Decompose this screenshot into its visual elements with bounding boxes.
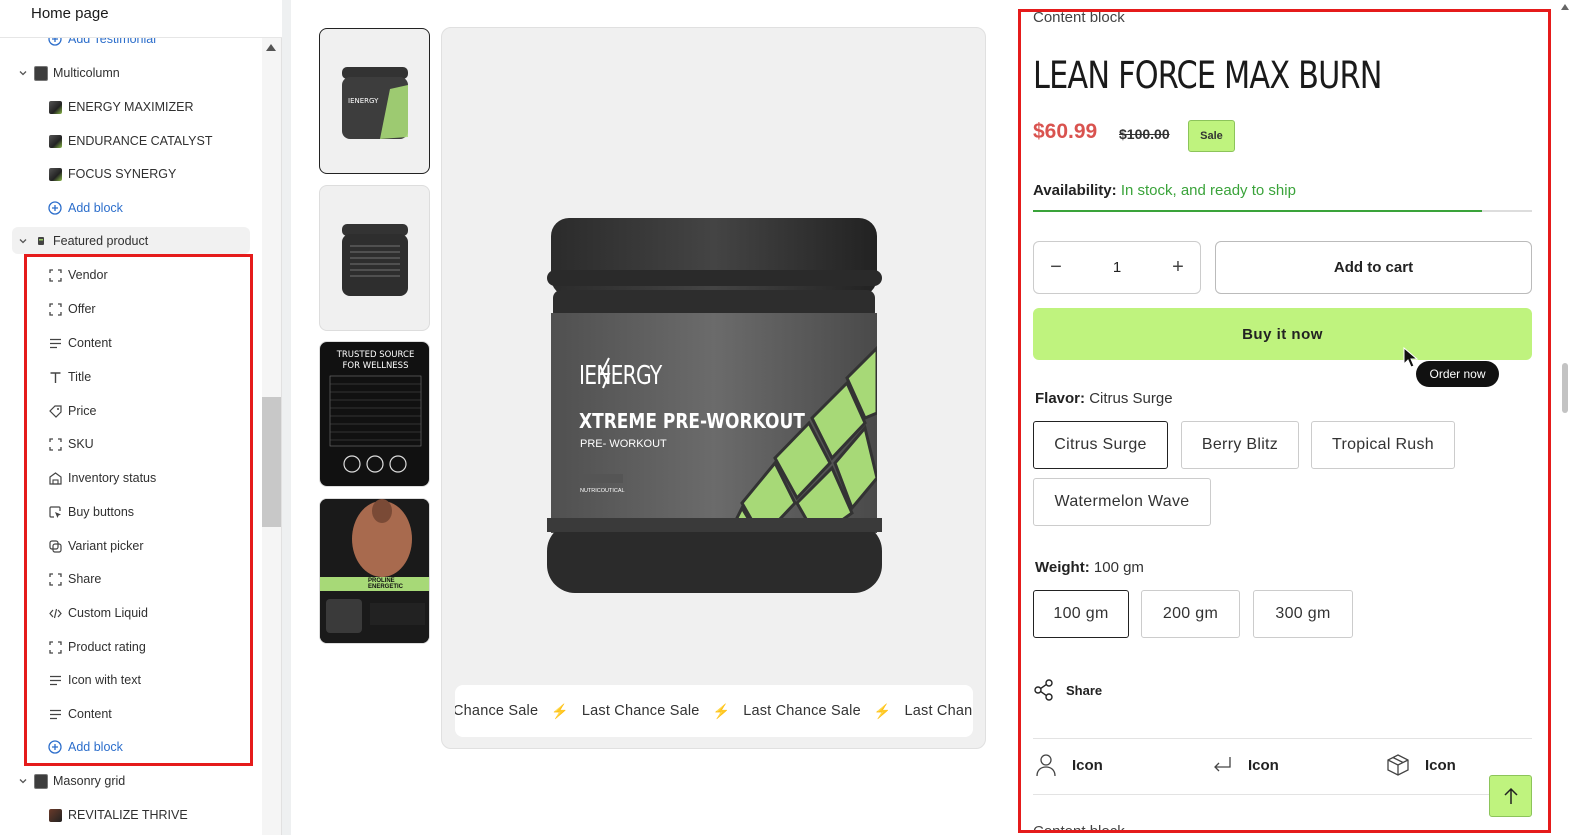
page-scrollbar[interactable] bbox=[1556, 0, 1570, 835]
block-label: REVITALIZE THRIVE bbox=[68, 808, 188, 822]
product-section-icon bbox=[34, 234, 48, 248]
section-multicolumn[interactable]: Multicolumn bbox=[16, 60, 120, 86]
block-item[interactable]: FOCUS SYNERGY bbox=[48, 161, 176, 187]
marquee-item: Last Chance Sale bbox=[743, 703, 861, 719]
editor-sidebar: Add Testimonial Multicolumn ENERGY MAXIM… bbox=[0, 0, 262, 835]
thumb4-banner-text: PROLINE ENERGETIC bbox=[368, 578, 404, 590]
sidebar-header: Home page bbox=[0, 0, 282, 38]
chevron-down-icon[interactable] bbox=[16, 774, 30, 788]
masonry-section-icon bbox=[34, 773, 48, 789]
marquee-item: Last Chance Sale bbox=[904, 703, 974, 719]
block-item[interactable]: ENERGY MAXIMIZER bbox=[48, 94, 193, 120]
jar-back-thumbnail-icon bbox=[342, 224, 408, 296]
marquee-item: Last Chance Sale bbox=[581, 703, 700, 719]
block-label: ENDURANCE CATALYST bbox=[68, 134, 213, 148]
section-masonry-grid[interactable]: Masonry grid bbox=[16, 768, 125, 794]
jar-brand-text: IENERGY bbox=[579, 361, 662, 391]
add-block-button[interactable]: Add block bbox=[48, 195, 123, 221]
scroll-up-arrow-icon[interactable] bbox=[1561, 4, 1569, 10]
block-item[interactable]: ENDURANCE CATALYST bbox=[48, 128, 212, 154]
multicolumn-section-icon bbox=[34, 65, 48, 81]
announcement-marquee: Chance Sale ⚡ Last Chance Sale ⚡ Last Ch… bbox=[455, 685, 973, 737]
gallery-thumbnail-3[interactable]: TRUSTED SOURCE FOR WELLNESS bbox=[319, 341, 430, 487]
gallery-thumbnail-4[interactable]: PROLINE ENERGETIC bbox=[319, 498, 430, 644]
plus-circle-icon bbox=[48, 201, 62, 215]
lightning-bolt-icon: ⚡ bbox=[712, 702, 731, 719]
chevron-down-icon[interactable] bbox=[16, 234, 30, 248]
sidebar-scroll-thumb[interactable] bbox=[262, 397, 281, 527]
jar-product-text: XTREME PRE-WORKOUT bbox=[579, 409, 805, 433]
highlight-box-blocks bbox=[24, 254, 253, 766]
main-product-image[interactable]: IENERGY XTREME PRE-WORKOUT PRE- WORKOUT … bbox=[441, 27, 986, 749]
scroll-up-arrow-icon[interactable] bbox=[266, 44, 276, 51]
svg-text:IENERGY: IENERGY bbox=[348, 97, 379, 105]
lightning-bolt-icon: ⚡ bbox=[873, 702, 892, 719]
gallery-thumbnail-2[interactable] bbox=[319, 185, 430, 331]
jar-tag-text: NUTRICOUTICAL bbox=[580, 488, 625, 494]
highlight-box-product-info bbox=[1018, 9, 1551, 833]
jar-subtitle-text: PRE- WORKOUT bbox=[580, 438, 667, 450]
page-scroll-thumb[interactable] bbox=[1562, 363, 1568, 413]
lightning-bolt-icon: ⚡ bbox=[551, 702, 569, 719]
gallery-thumbnail-1[interactable]: IENERGY bbox=[319, 28, 430, 174]
jar-thumbnail-icon: IENERGY bbox=[342, 67, 408, 139]
section-featured-product[interactable]: Featured product bbox=[16, 228, 148, 254]
section-multicolumn-label: Multicolumn bbox=[53, 66, 120, 80]
athlete-photo-icon bbox=[320, 499, 429, 643]
block-thumbnail-icon bbox=[48, 808, 62, 822]
nutrition-table-icon bbox=[329, 375, 422, 473]
block-thumbnail-icon bbox=[48, 134, 62, 148]
marquee-item: Chance Sale bbox=[455, 703, 539, 719]
section-featured-label: Featured product bbox=[53, 234, 149, 248]
chevron-down-icon[interactable] bbox=[16, 66, 30, 80]
block-label: ENERGY MAXIMIZER bbox=[68, 100, 194, 114]
section-masonry-label: Masonry grid bbox=[53, 774, 126, 788]
panel-divider bbox=[281, 0, 291, 835]
block-label: FOCUS SYNERGY bbox=[68, 167, 177, 181]
block-item[interactable]: REVITALIZE THRIVE bbox=[48, 802, 188, 828]
block-thumbnail-icon bbox=[48, 100, 62, 114]
add-block-label: Add block bbox=[68, 201, 123, 215]
page-title: Home page bbox=[31, 5, 109, 22]
block-thumbnail-icon bbox=[48, 167, 62, 181]
product-jar-image-icon bbox=[547, 218, 882, 593]
